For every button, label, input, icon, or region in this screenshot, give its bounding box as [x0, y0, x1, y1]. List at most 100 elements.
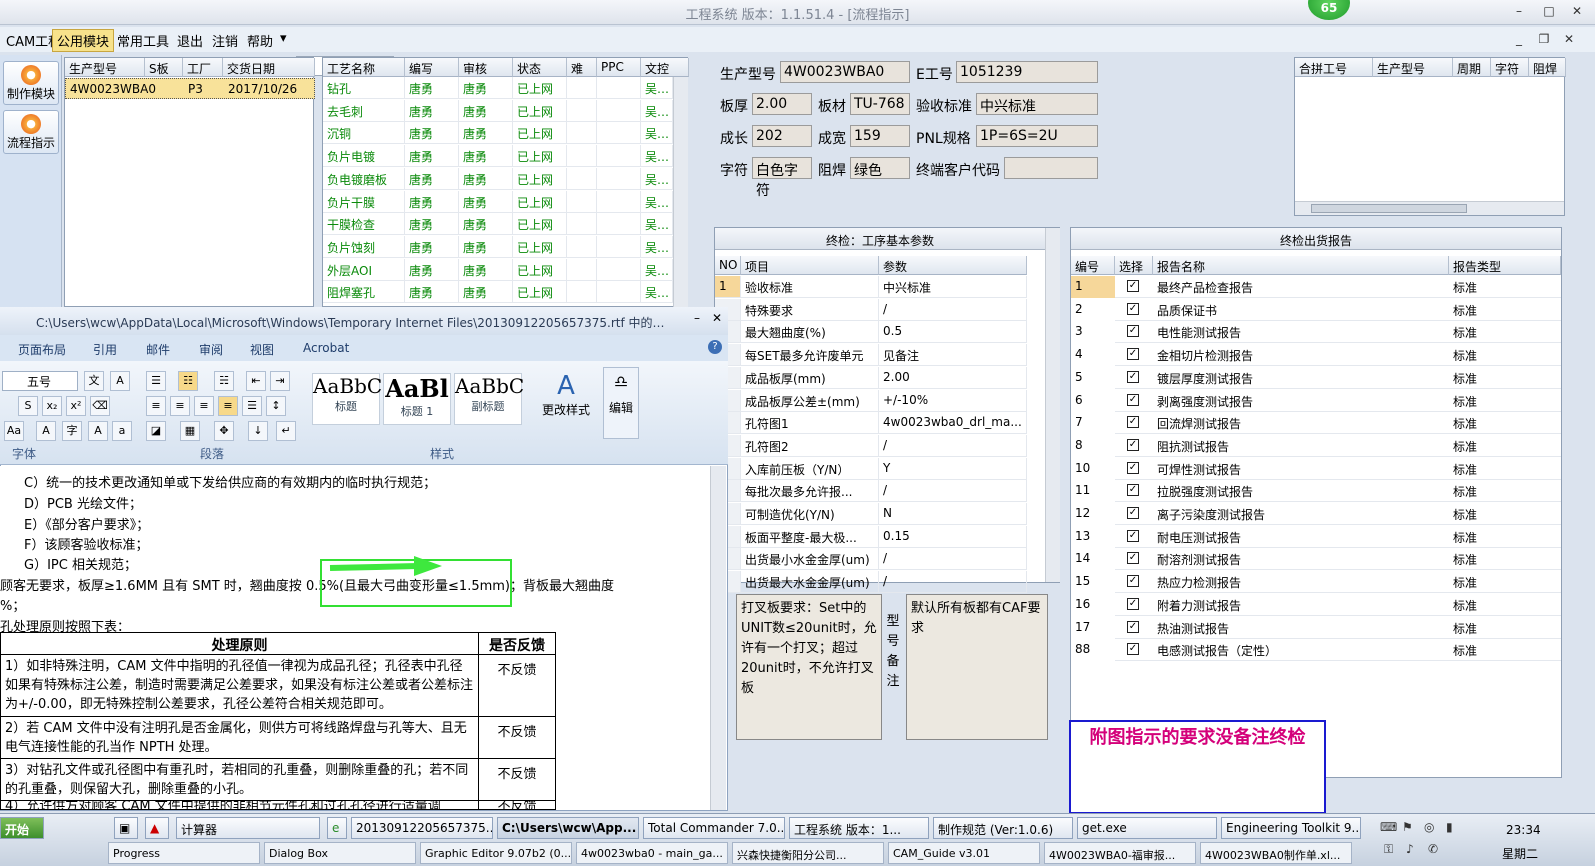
table-cell[interactable]: 吴卓金	[641, 281, 673, 304]
tray-icon[interactable]: ▮	[1446, 820, 1453, 834]
table-cell[interactable]: 唐勇	[459, 99, 513, 122]
sidebar-process-guide[interactable]: ● 流程指示	[3, 110, 59, 154]
reports-header-no[interactable]: 编号	[1071, 256, 1115, 275]
word-close-icon[interactable]: ✕	[712, 311, 722, 325]
table-row[interactable]: 13 ✓ 耐电压测试报告 标准	[1071, 525, 1561, 548]
table-cell[interactable]: 唐勇	[405, 190, 459, 213]
borders-icon[interactable]: ▦	[180, 421, 200, 441]
table-cell[interactable]: 唐勇	[459, 145, 513, 168]
checkbox[interactable]: ✓	[1127, 325, 1139, 338]
task-rtf[interactable]: 20130912205657375...	[351, 817, 493, 839]
table-cell[interactable]: 已上网	[513, 258, 567, 281]
style-heading-1[interactable]: AaBl 标题 1	[383, 373, 451, 425]
task-total-commander[interactable]: Total Commander 7.0...	[643, 817, 785, 839]
chinese-layout-icon[interactable]: ✥	[214, 421, 234, 441]
pdf-icon[interactable]: ▲	[145, 817, 169, 839]
table-cell[interactable]: Y	[879, 457, 1027, 480]
customer-code-field[interactable]	[1004, 157, 1098, 179]
reports-header-select[interactable]: 选择	[1115, 256, 1153, 275]
table-cell[interactable]: 已上网	[513, 190, 567, 213]
task-get[interactable]: get.exe	[1077, 817, 1217, 839]
table-cell[interactable]: 见备注	[879, 344, 1027, 367]
change-styles-button[interactable]: A 更改样式	[540, 371, 592, 435]
table-cell[interactable]: 成品板厚公差±(mm)	[741, 389, 879, 412]
table-cell[interactable]	[597, 122, 641, 145]
table-cell[interactable]: 唐勇	[459, 77, 513, 99]
table-cell[interactable]: 成品板厚(mm)	[741, 366, 879, 389]
tab-review[interactable]: 审阅	[199, 341, 223, 358]
menu-exit[interactable]: 退出	[173, 31, 207, 50]
task-graphic-editor[interactable]: Graphic Editor 9.07b2 (0...	[420, 842, 572, 864]
minimize-icon[interactable]: –	[1510, 4, 1528, 20]
grow-font-icon[interactable]: A	[88, 421, 108, 441]
table-cell[interactable]: 验收标准	[741, 276, 879, 298]
table-cell[interactable]: 4w0023wba0_drl_ma...	[879, 412, 1027, 435]
browser-icon[interactable]: e	[327, 817, 347, 839]
table-cell[interactable]: 板面平整度-最大极...	[741, 525, 879, 548]
order-header-model[interactable]: 生产型号	[65, 58, 145, 77]
table-row[interactable]: 8 ✓ 阻抗测试报告 标准	[1071, 434, 1561, 457]
start-button[interactable]: 开始	[0, 817, 44, 839]
table-cell[interactable]: 唐勇	[459, 167, 513, 190]
distribute-icon[interactable]: ☰	[242, 396, 262, 416]
params-header-value[interactable]: 参数	[879, 256, 1027, 275]
thickness-field[interactable]: 2.00	[752, 93, 812, 115]
table-cell[interactable]: 负片电镀	[323, 145, 405, 168]
soldermask-field[interactable]: 绿色	[850, 157, 910, 179]
table-row[interactable]: 1 ✓ 最终产品检查报告 标准	[1071, 276, 1561, 298]
table-cell[interactable]: 已上网	[513, 213, 567, 236]
table-cell[interactable]: 已上网	[513, 167, 567, 190]
shrink-font-icon[interactable]: a	[112, 421, 132, 441]
char-shading-icon[interactable]: A	[36, 421, 56, 441]
shading-icon[interactable]: ◪	[146, 421, 166, 441]
tray-icon[interactable]: ◎	[1424, 820, 1434, 834]
merge-header-job[interactable]: 合拼工号	[1295, 58, 1373, 77]
table-row[interactable]: 2 ✓ 品质保证书 标准	[1071, 298, 1561, 321]
task-progress[interactable]: Progress	[108, 842, 260, 864]
style-subtitle[interactable]: AaBbC 副标题	[454, 373, 524, 425]
process-scrollbar[interactable]	[673, 77, 688, 307]
order-header-date[interactable]: 交货日期	[223, 58, 315, 77]
align-right-icon[interactable]: ≡	[194, 396, 214, 416]
merge-header-legend[interactable]: 字符	[1491, 58, 1529, 77]
table-row[interactable]: 3 ✓ 电性能测试报告 标准	[1071, 321, 1561, 344]
clear-format-icon[interactable]: ⌫	[90, 396, 110, 416]
subscript-icon[interactable]: x₂	[42, 396, 62, 416]
table-row[interactable]: 11 ✓ 拉脱强度测试报告 标准	[1071, 480, 1561, 503]
tab-view[interactable]: 视图	[250, 341, 274, 358]
table-cell[interactable]	[567, 122, 597, 145]
mdi-restore-icon[interactable]: ❐	[1535, 32, 1553, 48]
table-cell[interactable]	[597, 145, 641, 168]
table-cell[interactable]: 已上网	[513, 235, 567, 258]
task-report[interactable]: 4W0023WBA0-福审报...	[1044, 842, 1196, 864]
table-cell[interactable]: /	[879, 298, 1027, 321]
decrease-indent-icon[interactable]: ⇤	[246, 371, 266, 391]
table-row[interactable]: 10 ✓ 可焊性测试报告 标准	[1071, 457, 1561, 480]
quicklaunch-icon[interactable]: ▣	[114, 817, 138, 839]
menu-public-module[interactable]: 公用模块	[52, 29, 115, 52]
checkbox[interactable]: ✓	[1127, 529, 1139, 542]
menu-overflow-icon[interactable]: ▾	[276, 31, 291, 46]
word-minimize-icon[interactable]: –	[694, 311, 700, 325]
task-toolkit[interactable]: Engineering Toolkit 9...	[1221, 817, 1361, 839]
enclose-char-icon[interactable]: 字	[62, 421, 82, 441]
system-tray[interactable]: ⌨ ⚑ ◎ ▮ ⚿ ♪ ✆	[1378, 818, 1474, 864]
superscript-icon[interactable]: x²	[66, 396, 86, 416]
reports-header-type[interactable]: 报告类型	[1449, 256, 1561, 275]
merge-header-mask[interactable]: 阻焊	[1529, 58, 1566, 77]
table-cell[interactable]: /	[879, 434, 1027, 457]
table-cell[interactable]: 唐勇	[459, 258, 513, 281]
table-cell[interactable]: 吴卓金	[641, 190, 673, 213]
char-border-icon[interactable]: A	[110, 371, 130, 391]
checkbox[interactable]: ✓	[1127, 507, 1139, 519]
table-cell[interactable]: 已上网	[513, 122, 567, 145]
table-row[interactable]: 15 ✓ 热应力检测报告 标准	[1071, 571, 1561, 594]
eno-field[interactable]: 1051239	[956, 61, 1098, 83]
order-header-factory[interactable]: 工厂	[183, 58, 223, 77]
standard-field[interactable]: 中兴标准	[976, 93, 1098, 115]
menu-logout[interactable]: 注销	[208, 31, 242, 50]
table-cell[interactable]: 出货最大水金金厚(um)	[741, 571, 879, 594]
table-cell[interactable]	[567, 190, 597, 213]
material-field[interactable]: TU-768	[850, 93, 910, 115]
model-remark-note[interactable]: 默认所有板都有CAF要求	[906, 594, 1048, 740]
